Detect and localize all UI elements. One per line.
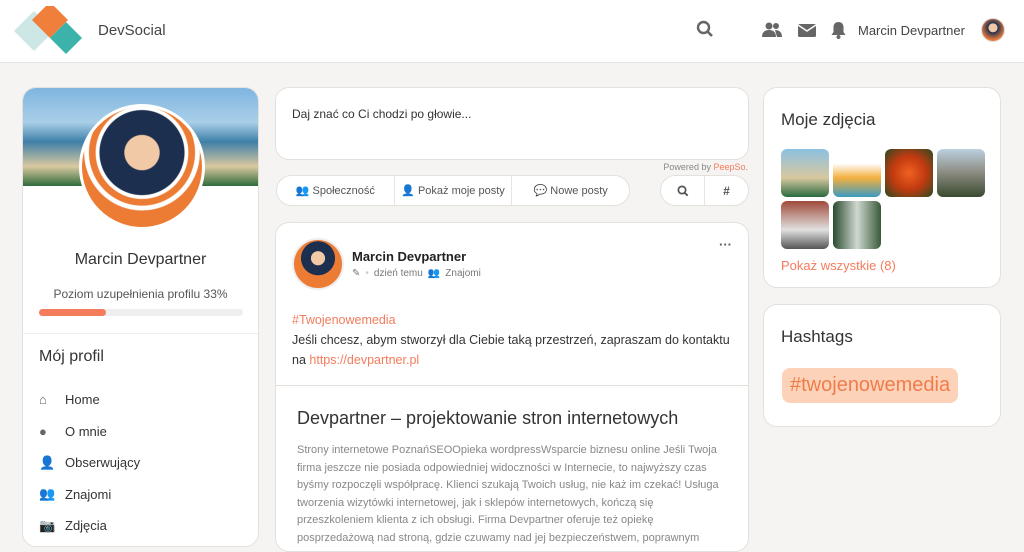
- post-link[interactable]: https://devpartner.pl: [309, 353, 419, 367]
- my-posts-label: Pokaż moje posty: [417, 184, 505, 197]
- peepso-link[interactable]: PeepSo: [713, 162, 745, 172]
- photo-thumbnail[interactable]: [937, 149, 985, 197]
- link-preview-text: Strony internetowe PoznańSEOOpieka wordp…: [297, 444, 719, 544]
- profile-menu-label: Zdjęcia: [65, 518, 107, 534]
- hashtag-icon: #: [723, 183, 730, 198]
- comment-icon: 💬: [533, 185, 548, 197]
- post-author-avatar[interactable]: [292, 238, 344, 290]
- profile-menu-item[interactable]: 👥 Znajomi: [39, 479, 140, 511]
- post-card: Marcin Devpartner ✎ • dzień temu 👥 Znajom…: [275, 222, 749, 552]
- post-time[interactable]: dzień temu: [374, 268, 423, 279]
- user-check-icon: 👤: [39, 454, 56, 470]
- link-preview-title[interactable]: Devpartner – projektowanie stron interne…: [297, 408, 678, 429]
- devsocial-logo[interactable]: [14, 6, 84, 56]
- post-options-icon[interactable]: ···: [719, 237, 732, 252]
- photo-thumbnail[interactable]: [833, 201, 881, 249]
- photo-thumbnail[interactable]: [781, 201, 829, 249]
- edit-icon[interactable]: ✎: [352, 268, 360, 279]
- composer-placeholder[interactable]: Daj znać co Ci chodzi po głowie...: [292, 107, 471, 121]
- camera-icon: 📷: [39, 517, 56, 533]
- profile-name: Marcin Devpartner: [74, 251, 207, 268]
- photos-title: Moje zdjęcia: [781, 110, 876, 129]
- photo-thumbnail[interactable]: [781, 149, 829, 197]
- top-bar: DevSocial Marcin Devpartner: [0, 0, 1024, 63]
- notifications-icon[interactable]: [831, 21, 846, 39]
- post-author[interactable]: Marcin Devpartner: [352, 249, 466, 264]
- users-icon: 👥: [295, 185, 310, 197]
- search-filters: #: [660, 175, 749, 206]
- search-icon[interactable]: [696, 20, 714, 38]
- powered-by-dot: .: [745, 162, 748, 172]
- home-icon: ⌂: [39, 392, 47, 408]
- users-icon: 👥: [39, 486, 56, 502]
- powered-by-text: Powered by: [663, 162, 714, 172]
- community-filter-button[interactable]: 👥 Społeczność: [277, 176, 395, 205]
- search-posts-button[interactable]: [661, 176, 705, 205]
- profile-menu-item[interactable]: 📷 Zdjęcia: [39, 510, 140, 542]
- user-plus-icon: 👤: [401, 185, 415, 197]
- my-profile-heading: Mój profil: [39, 348, 104, 365]
- profile-menu-label: Obserwujący: [65, 455, 141, 471]
- user-circle-icon: ●: [39, 423, 47, 439]
- profile-menu-item[interactable]: ● O mnie: [39, 416, 140, 448]
- messages-icon[interactable]: [798, 24, 816, 37]
- post-composer[interactable]: Daj znać co Ci chodzi po głowie...: [275, 87, 749, 160]
- hashtag-chip[interactable]: #twojenowemedia: [782, 368, 959, 403]
- post-meta: ✎ • dzień temu 👥 Znajomi: [352, 268, 481, 279]
- show-all-photos-link[interactable]: Pokaż wszystkie (8): [781, 258, 896, 273]
- hashtags-title: Hashtags: [781, 327, 853, 346]
- brand-name[interactable]: DevSocial: [98, 22, 166, 39]
- post-body: #Twojenowemedia Jeśli chcesz, abym stwor…: [292, 310, 732, 370]
- profile-menu-item[interactable]: ⌂ Home: [39, 384, 140, 416]
- photo-thumbnail[interactable]: [833, 149, 881, 197]
- profile-menu: ⌂ Home ● O mnie 👤 Obserwujący 👥 Znajomi 📷 Zdjęcia: [39, 384, 140, 542]
- profile-menu-label: Znajomi: [65, 486, 112, 502]
- profile-completion-label: Poziom uzupełnienia profilu 33%: [53, 287, 228, 301]
- post-privacy[interactable]: Znajomi: [445, 268, 481, 279]
- my-posts-filter-button[interactable]: 👤 Pokaż moje posty: [395, 176, 513, 205]
- profile-menu-label: Home: [65, 392, 100, 408]
- new-posts-filter-button[interactable]: 💬 Nowe posty: [512, 176, 629, 205]
- powered-by: Powered by PeepSo.: [663, 162, 748, 172]
- profile-completion-bar: [39, 309, 243, 316]
- profile-menu-label: O mnie: [65, 423, 107, 439]
- user-name[interactable]: Marcin Devpartner: [858, 23, 965, 38]
- friends-icon: 👥: [427, 268, 441, 279]
- stream-filters: 👥 Społeczność 👤 Pokaż moje posty 💬 Nowe pos…: [276, 175, 630, 206]
- post-hashtag[interactable]: #Twojenowemedia: [292, 310, 732, 330]
- hashtag-search-button[interactable]: #: [705, 176, 748, 205]
- profile-card: Marcin Devpartner Poziom uzupełnienia pr…: [22, 87, 259, 547]
- hashtags-widget: Hashtags: [763, 304, 1001, 427]
- profile-menu-item[interactable]: 👤 Obserwujący: [39, 447, 140, 479]
- profile-avatar[interactable]: [79, 104, 205, 230]
- user-avatar[interactable]: [981, 18, 1005, 42]
- community-label: Społeczność: [312, 184, 375, 197]
- friends-icon[interactable]: [762, 22, 782, 38]
- photo-thumbnail[interactable]: [885, 149, 933, 197]
- my-photos-widget: Moje zdjęcia Pokaż wszystkie (8): [763, 87, 1001, 288]
- new-posts-label: Nowe posty: [550, 184, 608, 197]
- search-icon: [676, 184, 688, 196]
